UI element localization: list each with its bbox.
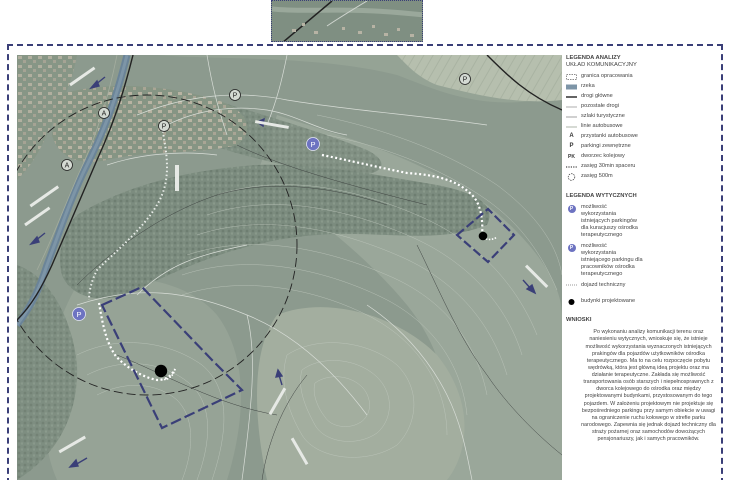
bus-stop-icon: A xyxy=(569,132,574,139)
guidelines-title: LEGENDA WYTYCZNYCH xyxy=(566,192,637,199)
svg-text:P: P xyxy=(310,140,315,149)
svg-text:P: P xyxy=(76,310,81,319)
legend-item-railway-station: PK dworzec kolejowy xyxy=(566,152,724,161)
parking-icon: P xyxy=(569,142,574,149)
dashed-rectangle-icon xyxy=(566,73,577,81)
bus-stop-2[interactable]: A xyxy=(61,159,73,171)
legend-item-boundary: granica opracowania xyxy=(566,72,724,81)
legend-item-other-roads: pozostałe drogi xyxy=(566,102,724,111)
legend-label: parkingi zewnętrzne xyxy=(581,143,631,150)
overview-thumbnail-map xyxy=(272,1,422,41)
conclusions-title: WNIOSKI xyxy=(566,317,592,324)
legend-item-bus-stops: A przystanki autobusowe xyxy=(566,132,724,141)
legend-label: dworzec kolejowy xyxy=(581,153,625,160)
dotted-line-icon xyxy=(566,163,577,171)
external-parking-1[interactable]: P xyxy=(229,89,241,101)
parking-pin-icon: P xyxy=(566,205,577,214)
legend-item-main-roads: drogi główne xyxy=(566,92,724,101)
external-parking-3[interactable]: P xyxy=(459,73,471,85)
legend-label: zasięg 30min spaceru xyxy=(581,163,636,170)
legend-label: pozostałe drogi xyxy=(581,103,619,110)
railway-station-icon: PK xyxy=(568,153,575,160)
legend-label: budynki projektowane xyxy=(581,298,636,305)
other-road-line-icon xyxy=(566,103,577,111)
guideline-item-designed-buildings: budynki projektowane xyxy=(566,298,724,307)
building-dot-icon xyxy=(566,298,577,306)
parking-patients-pin[interactable]: P xyxy=(306,137,320,151)
river-swatch-icon xyxy=(566,83,577,91)
legend-item-external-parking: P parkingi zewnętrzne xyxy=(566,142,724,151)
legend-label: szlaki turystyczne xyxy=(581,113,625,120)
legend-label: możliwość wykorzystania istniejącego par… xyxy=(581,243,643,278)
legend-item-tourist-trails: szlaki turystyczne xyxy=(566,112,724,121)
guideline-item-parking-staff: P możliwość wykorzystania istniejącego p… xyxy=(566,243,724,278)
legend-panel: LEGENDA ANALIZY UKŁAD KOMUNIKACYJNY gran… xyxy=(566,55,724,480)
designed-building-west[interactable] xyxy=(154,364,168,378)
svg-text:P: P xyxy=(233,93,238,100)
dashed-circle-icon xyxy=(566,173,577,181)
legend-item-bus-lines: linie autobusowe xyxy=(566,122,724,131)
legend-label: rzeka xyxy=(581,83,595,90)
map-canvas[interactable]: A A P P P P P xyxy=(17,55,562,480)
legend-label: drogi główne xyxy=(581,93,613,100)
trail-line-icon xyxy=(566,113,577,121)
legend-label: granica opracowania xyxy=(581,73,633,80)
guideline-item-parking-patients: P możliwość wykorzystania istniejących p… xyxy=(566,204,724,239)
legend-item-range-500: zasięg 500m xyxy=(566,172,724,181)
communication-analysis-map[interactable]: A A P P P P P xyxy=(17,55,562,480)
bus-line-icon xyxy=(566,123,577,131)
legend-label: możliwość wykorzystania istniejących par… xyxy=(581,204,638,239)
guideline-item-technical-access: dojazd techniczny xyxy=(566,281,724,290)
legend-label: przystanki autobusowe xyxy=(581,133,638,140)
conclusions-text: Po wykonaniu analizy komunikacji terenu … xyxy=(581,329,716,443)
legend-item-walk-range: zasięg 30min spaceru xyxy=(566,162,724,171)
svg-text:A: A xyxy=(65,163,70,170)
legend-label: dojazd techniczny xyxy=(581,281,626,288)
svg-text:A: A xyxy=(102,111,107,118)
parking-staff-pin[interactable]: P xyxy=(72,307,86,321)
legend-title: LEGENDA ANALIZY xyxy=(566,55,621,61)
svg-text:P: P xyxy=(162,124,167,131)
bus-stop-1[interactable]: A xyxy=(98,107,110,119)
main-road-line-icon xyxy=(566,93,577,101)
designed-building-east[interactable] xyxy=(478,231,488,241)
overview-thumbnail xyxy=(271,0,423,42)
legend-subtitle: UKŁAD KOMUNIKACYJNY xyxy=(566,62,637,69)
legend-label: linie autobusowe xyxy=(581,123,623,130)
parking-pin-icon: P xyxy=(566,244,577,253)
external-parking-2[interactable]: P xyxy=(158,120,170,132)
dotted-access-icon xyxy=(566,281,577,289)
legend-label: zasięg 500m xyxy=(581,173,613,180)
legend-item-river: rzeka xyxy=(566,82,724,91)
svg-text:P: P xyxy=(463,77,468,84)
